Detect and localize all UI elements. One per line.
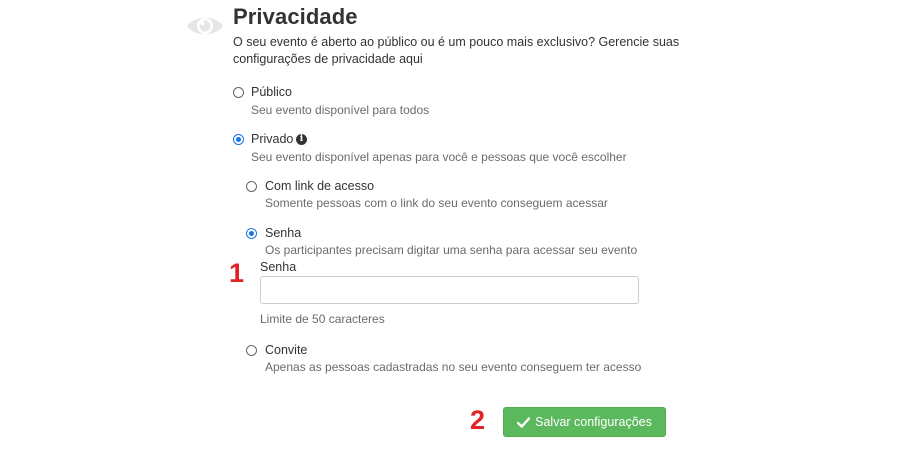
radio-private[interactable]: [233, 134, 244, 145]
password-field-label: Senha: [260, 260, 297, 274]
option-public-help: Seu evento disponível para todos: [251, 103, 430, 117]
option-private-help: Seu evento disponível apenas para você e…: [251, 150, 627, 164]
radio-invite[interactable]: [246, 345, 257, 356]
option-private-label[interactable]: Privado: [251, 132, 293, 146]
option-link-label[interactable]: Com link de acesso: [265, 179, 374, 193]
annotation-step-1: 1: [229, 258, 245, 288]
save-button-label: Salvar configurações: [535, 415, 652, 429]
save-settings-button[interactable]: Salvar configurações: [503, 407, 666, 437]
radio-public[interactable]: [233, 87, 244, 98]
option-password-label[interactable]: Senha: [265, 226, 301, 240]
password-input[interactable]: [260, 276, 639, 304]
eye-icon: [187, 17, 223, 35]
section-description: O seu evento é aberto ao público ou é um…: [233, 35, 680, 66]
radio-link-access[interactable]: [246, 181, 257, 192]
option-invite-help: Apenas as pessoas cadastradas no seu eve…: [265, 360, 642, 374]
check-icon: [517, 416, 531, 428]
option-public-label[interactable]: Público: [251, 85, 292, 99]
option-invite-label[interactable]: Convite: [265, 343, 307, 357]
password-field-hint: Limite de 50 caracteres: [260, 312, 385, 326]
option-link-help: Somente pessoas com o link do seu evento…: [265, 196, 608, 210]
section-title: Privacidade: [233, 4, 358, 29]
annotation-step-2: 2: [470, 405, 486, 435]
option-password-help: Os participantes precisam digitar uma se…: [265, 243, 638, 257]
info-icon[interactable]: i: [296, 134, 307, 145]
radio-password[interactable]: [246, 228, 257, 239]
